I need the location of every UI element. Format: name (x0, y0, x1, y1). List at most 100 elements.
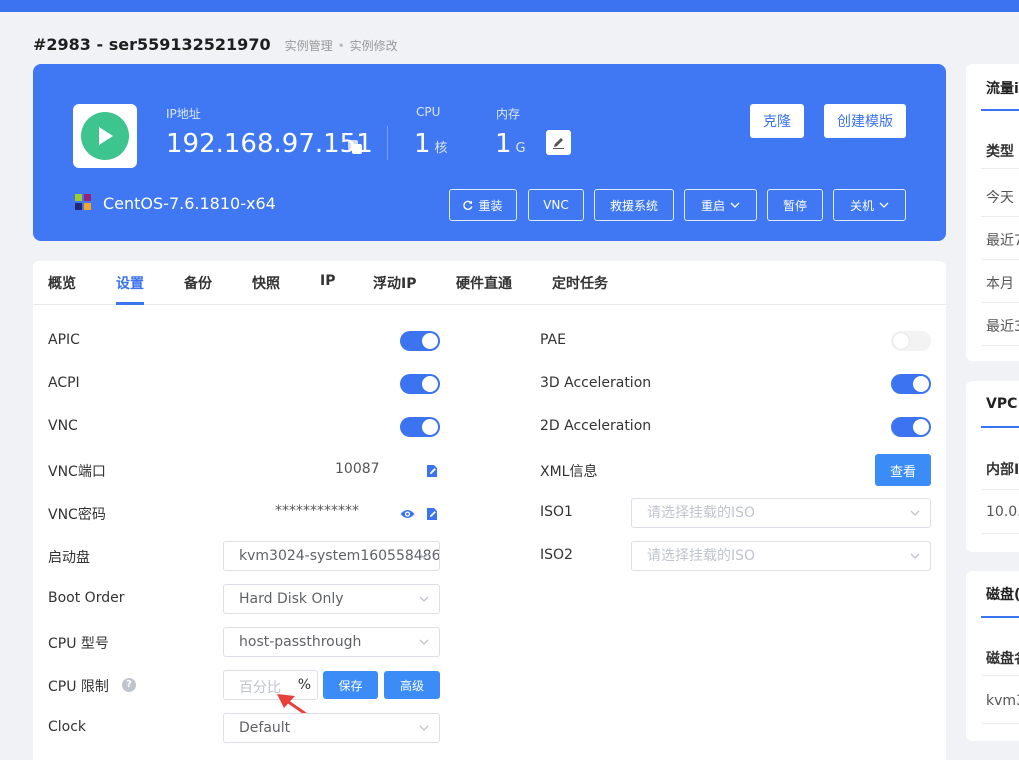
settings-panel: 概览 设置 备份 快照 IP 浮动IP 硬件直通 定时任务 APIC ACPI … (33, 261, 946, 760)
page-title: #2983 - ser559132521970 (33, 35, 271, 54)
breadcrumb-separator: • (337, 39, 345, 53)
row-divider (981, 533, 1019, 534)
apic-label: APIC (48, 332, 80, 348)
row-divider (981, 675, 1019, 676)
card-title-underline (981, 109, 1019, 111)
vnc-port-value: 10087 (335, 461, 380, 477)
row-divider (981, 489, 1019, 490)
instance-status (73, 104, 137, 168)
row-divider (981, 345, 1019, 346)
view-xml-button[interactable]: 查看 (875, 454, 931, 486)
iso2-label: ISO2 (540, 547, 573, 563)
traffic-card-title: 流量i (986, 81, 1019, 97)
row-divider (981, 723, 1019, 724)
row-divider (981, 168, 1019, 169)
clock-value: Default (239, 720, 291, 736)
centos-logo-icon (73, 192, 93, 212)
disk-card: 磁盘( 磁盘名 kvm3 (966, 571, 1019, 741)
tab-scheduled-tasks[interactable]: 定时任务 (552, 273, 608, 293)
restart-label: 重启 (700, 198, 725, 213)
tab-backup[interactable]: 备份 (184, 273, 212, 293)
cpu-model-value: host-passthrough (239, 634, 362, 650)
chevron-down-icon (419, 639, 429, 645)
pae-toggle[interactable] (891, 331, 931, 351)
cpu-limit-advanced-button[interactable]: 高级 (384, 671, 440, 699)
vpc-card-title: VPC (986, 396, 1018, 412)
play-icon (81, 112, 129, 160)
traffic-row-last3: 最近3 (986, 319, 1019, 335)
xml-info-label: XML信息 (540, 464, 598, 480)
vnc-label: VNC (48, 418, 78, 434)
vpc-internal-ip-header: 内部I (986, 462, 1019, 478)
cpu-spec: 1核 (414, 129, 448, 159)
boot-order-select[interactable]: Hard Disk Only (223, 584, 440, 614)
acpi-label: ACPI (48, 375, 80, 391)
iso1-select[interactable]: 请选择挂载的ISO (631, 498, 931, 528)
tab-ip[interactable]: IP (320, 273, 335, 289)
3d-acceleration-toggle[interactable] (891, 374, 931, 394)
cpu-model-select[interactable]: host-passthrough (223, 627, 440, 657)
banner-divider (387, 126, 388, 160)
vpc-card: VPC 内部I 10.0. (966, 381, 1019, 552)
edit-icon[interactable] (425, 506, 439, 520)
pae-label: PAE (540, 332, 566, 348)
chevron-down-icon (419, 725, 429, 731)
cpu-model-label: CPU 型号 (48, 636, 109, 652)
traffic-row-today: 今天 (986, 190, 1014, 206)
tab-overview[interactable]: 概览 (48, 273, 76, 293)
ip-address: 192.168.97.151 (166, 129, 373, 159)
ip-label: IP地址 (166, 107, 201, 121)
pause-button[interactable]: 暂停 (767, 189, 823, 221)
cpu-value: 1 (414, 129, 431, 159)
chevron-down-icon (879, 202, 889, 208)
chevron-down-icon (910, 553, 920, 559)
top-nav-bar (0, 0, 1019, 12)
chevron-down-icon (730, 202, 740, 208)
reinstall-label: 重装 (478, 198, 503, 213)
pencil-icon (553, 138, 564, 149)
tab-floating-ip[interactable]: 浮动IP (373, 273, 416, 293)
2d-acceleration-toggle[interactable] (891, 417, 931, 437)
eye-icon[interactable] (400, 506, 415, 520)
boot-order-label: Boot Order (48, 590, 125, 606)
copy-icon[interactable] (347, 139, 363, 155)
traffic-row-month: 本月 (986, 276, 1014, 292)
vnc-toggle[interactable] (400, 417, 440, 437)
card-title-underline (981, 426, 1019, 428)
boot-order-value: Hard Disk Only (239, 591, 344, 607)
memory-label: 内存 (496, 107, 521, 121)
clock-label: Clock (48, 719, 87, 735)
tab-hardware-passthrough[interactable]: 硬件直通 (456, 273, 512, 293)
tab-settings[interactable]: 设置 (116, 273, 144, 293)
vpc-internal-ip-value: 10.0. (986, 504, 1019, 520)
cpu-label: CPU (416, 105, 441, 119)
apic-toggle[interactable] (400, 331, 440, 351)
edit-icon[interactable] (425, 463, 439, 477)
refresh-icon (463, 200, 473, 210)
cpu-unit: 核 (434, 141, 448, 156)
clone-button[interactable]: 克隆 (750, 104, 804, 138)
clock-select[interactable]: Default (223, 713, 440, 743)
card-title-underline (981, 616, 1019, 618)
vnc-button[interactable]: VNC (528, 189, 584, 221)
create-template-button[interactable]: 创建模版 (824, 104, 906, 138)
acpi-toggle[interactable] (400, 374, 440, 394)
boot-disk-label: 启动盘 (48, 550, 90, 566)
shutdown-button[interactable]: 关机 (833, 189, 906, 221)
disk-card-title: 磁盘( (986, 587, 1019, 603)
help-icon[interactable]: ? (122, 678, 136, 692)
traffic-stats-card: 流量i 类型 今天 最近7 本月 最近3 (966, 64, 1019, 361)
edit-spec-button[interactable] (546, 130, 571, 155)
restart-button[interactable]: 重启 (684, 189, 757, 221)
reinstall-button[interactable]: 重装 (449, 189, 517, 221)
row-divider (981, 216, 1019, 217)
iso2-select[interactable]: 请选择挂载的ISO (631, 541, 931, 571)
breadcrumb-instance-edit: 实例修改 (349, 39, 398, 53)
tab-snapshot[interactable]: 快照 (252, 273, 280, 293)
rescue-system-button[interactable]: 救援系统 (594, 189, 674, 221)
boot-disk-select[interactable]: kvm3024-system1605584867 (223, 541, 440, 571)
vnc-password-label: VNC密码 (48, 507, 106, 523)
boot-disk-value: kvm3024-system1605584867 (239, 548, 440, 564)
row-divider (981, 302, 1019, 303)
breadcrumb-instance-management[interactable]: 实例管理 (285, 37, 333, 54)
